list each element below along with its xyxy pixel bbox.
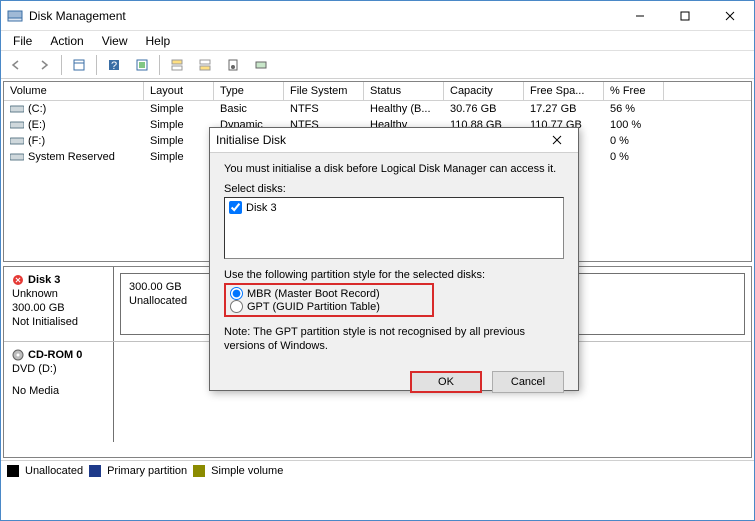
volume-name: (F:) [28,135,45,147]
close-button[interactable] [707,1,752,30]
menu-view[interactable]: View [94,32,136,50]
col-layout[interactable]: Layout [144,82,214,100]
minimize-button[interactable] [617,1,662,30]
volume-name: (E:) [28,119,46,131]
toolbar-divider [61,55,62,75]
toolbar-settings-icon[interactable] [250,54,272,76]
col-volume[interactable]: Volume [4,82,144,100]
back-button[interactable] [5,54,27,76]
col-filesystem[interactable]: File System [284,82,364,100]
initialise-disk-dialog: Initialise Disk You must initialise a di… [209,127,579,391]
volume-name: (C:) [28,103,46,115]
dialog-message: You must initialise a disk before Logica… [224,163,564,175]
select-disks-label: Select disks: [224,183,564,195]
dialog-title: Initialise Disk [216,133,542,147]
disk-management-window: Disk Management File Action View Help ? [0,0,755,521]
titlebar: Disk Management [1,1,754,31]
volume-header: Volume Layout Type File System Status Ca… [4,82,751,101]
toolbar-layout-top-icon[interactable] [166,54,188,76]
col-type[interactable]: Type [214,82,284,100]
legend-swatch-unallocated [7,465,19,477]
toolbar-divider [96,55,97,75]
toolbar-properties-icon[interactable] [222,54,244,76]
dialog-titlebar: Initialise Disk [210,128,578,153]
ok-button[interactable]: OK [410,371,482,393]
col-status[interactable]: Status [364,82,444,100]
radio-gpt[interactable]: GPT (GUID Partition Table) [230,300,428,313]
drive-icon [10,136,24,146]
radio-mbr-input[interactable] [230,287,243,300]
menubar: File Action View Help [1,31,754,51]
volume-name: System Reserved [28,151,115,163]
partition-style-label: Use the following partition style for th… [224,269,564,281]
optical-drive-icon [12,349,24,361]
legend-swatch-simple [193,465,205,477]
svg-text:?: ? [111,60,117,72]
forward-button[interactable] [33,54,55,76]
drive-icon [10,152,24,162]
app-icon [7,8,23,24]
menu-action[interactable]: Action [42,32,91,50]
col-pctfree[interactable]: % Free [604,82,664,100]
partition-style-group: MBR (Master Boot Record) GPT (GUID Parti… [224,283,434,317]
toolbar-refresh-icon[interactable] [131,54,153,76]
legend-swatch-primary [89,465,101,477]
disk-info: CD-ROM 0 DVD (D:) No Media [4,342,114,442]
drive-icon [10,104,24,114]
dialog-close-button[interactable] [542,128,572,152]
disk-info: Disk 3 Unknown 300.00 GB Not Initialised [4,267,114,341]
window-title: Disk Management [29,9,617,23]
disk-checkbox-row[interactable]: Disk 3 [227,200,561,215]
col-capacity[interactable]: Capacity [444,82,524,100]
menu-file[interactable]: File [5,32,40,50]
disk-warning-icon [12,274,24,286]
drive-icon [10,120,24,130]
toolbar-panel-icon[interactable] [68,54,90,76]
disk-select-list[interactable]: Disk 3 [224,197,564,259]
menu-help[interactable]: Help [138,32,179,50]
legend: Unallocated Primary partition Simple vol… [1,460,754,480]
cancel-button[interactable]: Cancel [492,371,564,393]
toolbar-divider [159,55,160,75]
toolbar-layout-bottom-icon[interactable] [194,54,216,76]
dialog-note: Note: The GPT partition style is not rec… [224,325,564,353]
radio-mbr[interactable]: MBR (Master Boot Record) [230,287,428,300]
radio-gpt-input[interactable] [230,300,243,313]
help-icon[interactable]: ? [103,54,125,76]
toolbar: ? [1,51,754,79]
maximize-button[interactable] [662,1,707,30]
volume-row[interactable]: (C:) Simple Basic NTFS Healthy (B... 30.… [4,101,751,117]
disk-checkbox[interactable] [229,201,242,214]
col-freespace[interactable]: Free Spa... [524,82,604,100]
